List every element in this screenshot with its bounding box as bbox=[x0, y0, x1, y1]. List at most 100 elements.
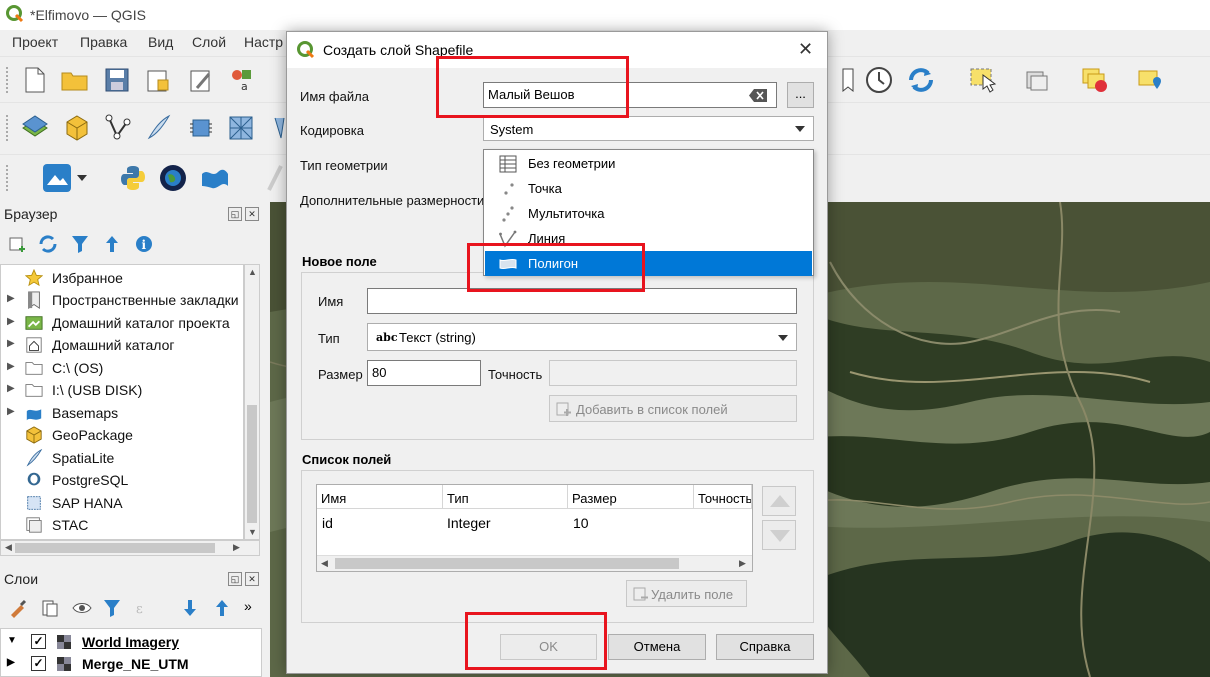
hscroll-thumb[interactable] bbox=[15, 543, 215, 553]
field-precision-input[interactable] bbox=[549, 360, 797, 386]
fields-table[interactable]: Имя Тип Размер Точность id Integer 10 ◀ … bbox=[316, 484, 753, 572]
scroll-thumb[interactable] bbox=[247, 405, 257, 523]
scroll-up-arrow-icon[interactable]: ▲ bbox=[248, 267, 257, 277]
remove-field-button[interactable]: Удалить поле bbox=[626, 580, 747, 607]
layer-item-world-imagery[interactable]: ▼ ✓ World Imagery bbox=[1, 631, 263, 653]
style-dock-icon[interactable] bbox=[8, 598, 30, 620]
save-project-icon[interactable] bbox=[102, 65, 132, 95]
select-by-location-icon[interactable] bbox=[1136, 65, 1166, 95]
scroll-left-arrow-icon[interactable]: ◀ bbox=[321, 558, 328, 569]
new-shapefile-icon[interactable] bbox=[104, 113, 134, 143]
python-console-icon[interactable] bbox=[118, 163, 148, 193]
scroll-left-arrow-icon[interactable]: ◀ bbox=[5, 542, 12, 553]
tree-item-basemaps[interactable]: ▶ Basemaps bbox=[1, 402, 243, 424]
field-type-select[interactable]: abc Текст (string) bbox=[367, 323, 797, 351]
temporal-clock-icon[interactable] bbox=[864, 65, 894, 95]
tree-item-favorites[interactable]: Избранное bbox=[1, 267, 243, 289]
new-mesh-icon[interactable] bbox=[226, 113, 256, 143]
expand-arrow-icon[interactable]: ▶ bbox=[7, 338, 15, 349]
browser-vertical-scrollbar[interactable]: ▲ ▼ bbox=[244, 264, 260, 540]
menu-edit[interactable]: Правка bbox=[80, 34, 127, 50]
web-services-dropdown-icon[interactable] bbox=[74, 163, 90, 193]
close-panel-icon[interactable]: ✕ bbox=[245, 207, 259, 221]
scroll-down-arrow-icon[interactable]: ▼ bbox=[248, 527, 257, 537]
scroll-right-arrow-icon[interactable]: ▶ bbox=[233, 542, 240, 553]
expand-arrow-icon[interactable]: ▶ bbox=[7, 657, 15, 668]
layers-tree[interactable]: ▼ ✓ World Imagery ▶ ✓ Merge_NE_UTM bbox=[0, 628, 262, 677]
select-features-icon[interactable] bbox=[968, 65, 998, 95]
tree-item-spatialite[interactable]: SpatiaLite bbox=[1, 447, 243, 469]
geometry-option-point[interactable]: Точка bbox=[485, 176, 812, 201]
open-project-icon[interactable] bbox=[60, 65, 90, 95]
tree-item-geopackage[interactable]: GeoPackage bbox=[1, 424, 243, 446]
processing-model-icon[interactable] bbox=[200, 163, 230, 193]
tree-item-home[interactable]: ▶ Домашний каталог bbox=[1, 334, 243, 356]
layer-visibility-checkbox[interactable]: ✓ bbox=[31, 634, 46, 649]
column-header-type[interactable]: Тип bbox=[443, 485, 568, 509]
qgis-earth-icon[interactable] bbox=[158, 163, 188, 193]
encoding-select[interactable]: System bbox=[483, 116, 814, 141]
filter-browser-icon[interactable] bbox=[70, 234, 92, 256]
visibility-eye-icon[interactable] bbox=[72, 598, 94, 620]
filter-legend-icon[interactable] bbox=[102, 598, 124, 620]
style-manager-icon[interactable]: a bbox=[226, 65, 256, 95]
float-panel-icon[interactable]: ◱ bbox=[228, 207, 242, 221]
expand-arrow-icon[interactable]: ▼ bbox=[7, 635, 17, 646]
expand-arrow-icon[interactable]: ▶ bbox=[7, 293, 15, 304]
refresh-browser-icon[interactable] bbox=[38, 234, 60, 256]
column-header-precision[interactable]: Точность bbox=[694, 485, 752, 509]
web-services-icon[interactable] bbox=[40, 163, 74, 193]
new-spatialite-icon[interactable] bbox=[144, 113, 174, 143]
tree-item-drive-c[interactable]: ▶ C:\ (OS) bbox=[1, 357, 243, 379]
add-to-fields-button[interactable]: Добавить в список полей bbox=[549, 395, 797, 422]
bookmark-toolbar-icon[interactable] bbox=[832, 65, 862, 95]
attribute-table-icon[interactable] bbox=[1022, 65, 1052, 95]
collapse-all-layers-icon[interactable] bbox=[212, 598, 234, 620]
close-panel-icon[interactable]: ✕ bbox=[245, 572, 259, 586]
hscroll-thumb[interactable] bbox=[335, 558, 679, 569]
browser-horizontal-scrollbar[interactable]: ◀ ▶ bbox=[0, 540, 260, 556]
expand-arrow-icon[interactable]: ▶ bbox=[7, 361, 15, 372]
expand-arrow-icon[interactable]: ▶ bbox=[7, 316, 15, 327]
column-header-length[interactable]: Размер bbox=[568, 485, 694, 509]
tree-item-project-home[interactable]: ▶ Домашний каталог проекта bbox=[1, 312, 243, 334]
clear-text-icon[interactable] bbox=[749, 89, 767, 102]
tree-item-sap-hana[interactable]: SAP HANA bbox=[1, 492, 243, 514]
move-field-down-button[interactable] bbox=[762, 520, 796, 550]
new-geopackage-icon[interactable] bbox=[62, 113, 92, 143]
browse-file-button[interactable]: ... bbox=[787, 82, 814, 108]
new-virtual-layer-icon[interactable] bbox=[186, 113, 216, 143]
tree-item-bookmarks[interactable]: ▶ Пространственные закладки bbox=[1, 289, 243, 311]
layer-item-merge-ne-utm[interactable]: ▶ ✓ Merge_NE_UTM bbox=[1, 653, 263, 675]
move-field-up-button[interactable] bbox=[762, 486, 796, 516]
close-icon[interactable]: ✕ bbox=[798, 39, 813, 60]
expand-arrow-icon[interactable]: ▶ bbox=[7, 383, 15, 394]
new-project-icon[interactable] bbox=[20, 65, 50, 95]
menu-layer[interactable]: Слой bbox=[192, 34, 226, 50]
tree-item-stac[interactable]: STAC bbox=[1, 514, 243, 536]
more-tools-icon[interactable]: » bbox=[244, 598, 252, 614]
menu-view[interactable]: Вид bbox=[148, 34, 173, 50]
menu-project[interactable]: Проект bbox=[12, 34, 58, 50]
tree-item-postgresql[interactable]: PostgreSQL bbox=[1, 469, 243, 491]
field-length-input[interactable]: 80 bbox=[367, 360, 481, 386]
tree-item-drive-i[interactable]: ▶ I:\ (USB DISK) bbox=[1, 379, 243, 401]
geometry-option-no-geometry[interactable]: Без геометрии bbox=[485, 151, 812, 176]
column-header-name[interactable]: Имя bbox=[317, 485, 443, 509]
add-selected-layers-icon[interactable] bbox=[8, 234, 30, 256]
geometry-option-multipoint[interactable]: Мультиточка bbox=[485, 201, 812, 226]
cancel-button[interactable]: Отмена bbox=[608, 634, 706, 660]
deselect-icon[interactable] bbox=[1080, 65, 1110, 95]
browser-tree[interactable]: Избранное ▶ Пространственные закладки ▶ … bbox=[0, 264, 244, 540]
data-source-manager-icon[interactable] bbox=[20, 113, 50, 143]
table-horizontal-scrollbar[interactable]: ◀ ▶ bbox=[317, 555, 752, 571]
float-panel-icon[interactable]: ◱ bbox=[228, 572, 242, 586]
expand-arrow-icon[interactable]: ▶ bbox=[7, 406, 15, 417]
add-group-icon[interactable] bbox=[40, 598, 62, 620]
menu-settings[interactable]: Настр bbox=[244, 34, 283, 50]
print-layout-icon[interactable] bbox=[143, 65, 173, 95]
layer-visibility-checkbox[interactable]: ✓ bbox=[31, 656, 46, 671]
scroll-right-arrow-icon[interactable]: ▶ bbox=[739, 558, 746, 569]
layout-manager-icon[interactable] bbox=[186, 65, 216, 95]
properties-info-icon[interactable]: i bbox=[134, 234, 156, 256]
